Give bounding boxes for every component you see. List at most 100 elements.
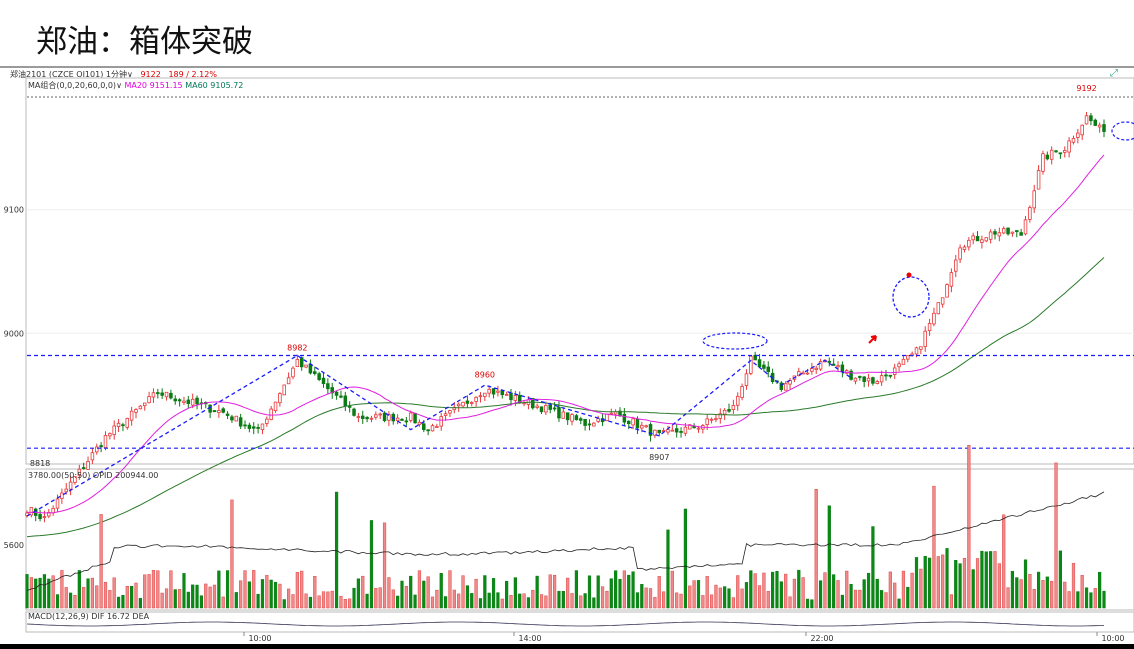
candle (605, 413, 609, 422)
candle (404, 420, 409, 423)
candle (631, 418, 635, 426)
candle (592, 422, 596, 427)
volume-bar (893, 582, 897, 609)
volume-bar (1019, 579, 1023, 609)
volume-bar (557, 590, 561, 609)
candle (142, 402, 147, 407)
candle (29, 507, 34, 516)
volume-bar (339, 595, 343, 609)
candle (156, 392, 160, 395)
volume-bar (692, 580, 696, 609)
volume-bar (596, 575, 600, 609)
volume-bar (958, 563, 962, 609)
volume-bar (378, 587, 382, 609)
candle (134, 409, 138, 413)
volume-bar (130, 586, 134, 609)
volume-bar (452, 589, 456, 609)
candle (1015, 230, 1019, 233)
volume-bar (853, 589, 858, 609)
volume-bar (496, 592, 500, 609)
candle (260, 423, 265, 431)
candle (408, 412, 413, 421)
volume-bar (945, 548, 949, 609)
candle (731, 405, 736, 410)
candle (417, 421, 422, 425)
candle (474, 396, 478, 402)
volume-bar (749, 570, 753, 609)
volume-bar (443, 596, 448, 609)
volume-bar (535, 575, 539, 609)
volume-bar (727, 588, 731, 609)
volume-bar (731, 597, 735, 609)
candle (1049, 149, 1054, 160)
volume-bar (1089, 592, 1093, 609)
candle (552, 407, 557, 410)
candle (927, 323, 932, 332)
volume-bar (1023, 559, 1028, 609)
volume-bar (125, 586, 129, 609)
candle (169, 392, 173, 399)
candle (762, 364, 766, 369)
candle (932, 312, 936, 325)
candle (1076, 132, 1080, 138)
volume-bar (330, 590, 334, 609)
volume-bar (178, 589, 182, 609)
volume-bar (500, 598, 504, 609)
candle (491, 388, 496, 395)
candle (164, 391, 169, 398)
candle (783, 383, 788, 391)
volume-bar (653, 597, 657, 609)
volume-bar (914, 557, 919, 609)
volume-bar (675, 592, 679, 609)
candle (670, 429, 675, 432)
volume-bar (644, 587, 648, 609)
candle (1058, 152, 1063, 155)
candle (666, 429, 670, 433)
candle (635, 418, 640, 429)
candle (544, 405, 548, 413)
volume-bar (823, 572, 827, 609)
volume-bar (256, 593, 260, 609)
volume-bar (744, 582, 749, 609)
volume-bar (949, 594, 953, 609)
volume-bar (291, 594, 295, 609)
candle (313, 371, 317, 374)
candle (679, 431, 683, 433)
candle (958, 247, 962, 260)
volume-bar (827, 505, 831, 609)
volume-bar (151, 570, 156, 609)
x-tick-label: 14:00 (518, 634, 541, 643)
volume-bar (552, 574, 557, 609)
candle (160, 392, 164, 396)
candle (971, 235, 975, 241)
candle (238, 417, 243, 427)
candle (892, 367, 897, 375)
volume-bar (352, 587, 356, 609)
candle (513, 395, 518, 401)
volume-bar (858, 589, 862, 609)
volume-bar (875, 578, 879, 609)
candle (1063, 150, 1067, 153)
volume-bar (29, 577, 33, 609)
candle (326, 383, 330, 390)
volume-bar (701, 595, 705, 609)
volume-bar (757, 585, 762, 609)
candle (853, 377, 858, 382)
volume-bar (919, 568, 923, 609)
candle (596, 418, 600, 422)
volume-bar (269, 579, 273, 609)
volume-bar (470, 593, 474, 609)
x-tick-label: 10:00 (248, 634, 271, 643)
candle (68, 481, 73, 490)
candle (1036, 170, 1041, 190)
volume-bar (116, 596, 121, 609)
volume-bar (775, 571, 779, 609)
candle (138, 405, 143, 410)
candle (286, 377, 291, 385)
volume-bar (805, 598, 810, 609)
candle (818, 361, 823, 370)
candle (230, 416, 234, 421)
volume-bar (583, 593, 587, 609)
candle (334, 391, 339, 396)
volume-bar (927, 557, 932, 609)
